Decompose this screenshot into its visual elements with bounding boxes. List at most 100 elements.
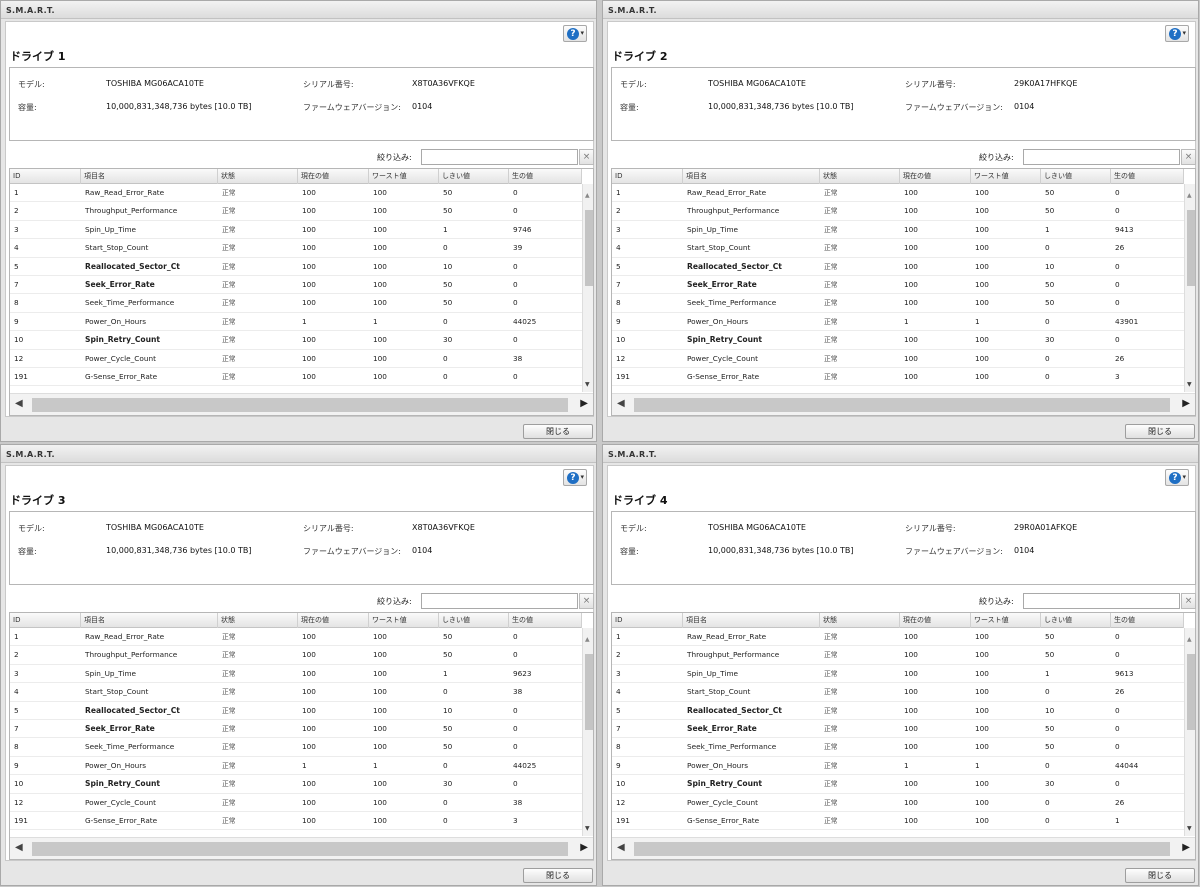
vertical-scrollbar[interactable]: ▲ ▼ (582, 184, 593, 392)
vertical-scroll-thumb[interactable] (585, 654, 593, 730)
table-row[interactable]: 2 Throughput_Performance 正常 100 100 50 0 (612, 646, 1184, 665)
close-button[interactable]: 閉じる (1125, 424, 1195, 439)
table-row[interactable]: 12 Power_Cycle_Count 正常 100 100 0 38 (10, 794, 582, 812)
column-header-worst[interactable]: ワースト値 (369, 613, 439, 628)
table-row[interactable]: 4 Start_Stop_Count 正常 100 100 0 26 (612, 683, 1184, 702)
table-row[interactable]: 3 Spin_Up_Time 正常 100 100 1 9613 (612, 665, 1184, 684)
column-header-worst[interactable]: ワースト値 (369, 169, 439, 184)
table-row[interactable]: 3 Spin_Up_Time 正常 100 100 1 9623 (10, 665, 582, 684)
scroll-up-icon[interactable]: ▲ (1187, 636, 1192, 643)
table-row[interactable]: 12 Power_Cycle_Count 正常 100 100 0 26 (612, 794, 1184, 812)
scroll-down-icon[interactable]: ▼ (585, 825, 590, 832)
column-header-worst[interactable]: ワースト値 (971, 613, 1041, 628)
table-row[interactable]: 7 Seek_Error_Rate 正常 100 100 50 0 (10, 276, 582, 295)
horizontal-scrollbar[interactable]: ◀ ▶ (612, 393, 1195, 415)
table-row[interactable]: 3 Spin_Up_Time 正常 100 100 1 9413 (612, 221, 1184, 240)
table-row[interactable]: 8 Seek_Time_Performance 正常 100 100 50 0 (612, 294, 1184, 313)
table-row[interactable]: 8 Seek_Time_Performance 正常 100 100 50 0 (612, 738, 1184, 757)
filter-clear-button[interactable]: × (1181, 593, 1196, 609)
column-header-threshold[interactable]: しきい値 (1041, 613, 1111, 628)
table-row[interactable]: 3 Spin_Up_Time 正常 100 100 1 9746 (10, 221, 582, 240)
table-row[interactable]: 5 Reallocated_Sector_Ct 正常 100 100 10 0 (10, 702, 582, 720)
column-header-status[interactable]: 状態 (218, 169, 298, 184)
filter-input[interactable] (1023, 593, 1180, 609)
scroll-left-icon[interactable]: ◀ (15, 398, 23, 409)
column-header-current[interactable]: 現在の値 (298, 169, 369, 184)
help-button[interactable]: ? ▾ (1165, 469, 1189, 486)
column-header-id[interactable]: ID (612, 613, 683, 628)
table-row[interactable]: 1 Raw_Read_Error_Rate 正常 100 100 50 0 (10, 628, 582, 647)
scroll-right-icon[interactable]: ▶ (580, 398, 588, 409)
horizontal-scroll-thumb[interactable] (32, 842, 568, 856)
column-header-threshold[interactable]: しきい値 (1041, 169, 1111, 184)
table-row[interactable]: 1 Raw_Read_Error_Rate 正常 100 100 50 0 (612, 628, 1184, 647)
close-button[interactable]: 閉じる (1125, 868, 1195, 883)
column-header-name[interactable]: 項目名 (81, 613, 218, 628)
close-button[interactable]: 閉じる (523, 868, 593, 883)
scroll-up-icon[interactable]: ▲ (1187, 192, 1192, 199)
filter-clear-button[interactable]: × (579, 149, 594, 165)
table-row[interactable]: 7 Seek_Error_Rate 正常 100 100 50 0 (612, 720, 1184, 739)
help-button[interactable]: ? ▾ (563, 469, 587, 486)
horizontal-scroll-thumb[interactable] (32, 398, 568, 412)
scroll-right-icon[interactable]: ▶ (1182, 398, 1190, 409)
column-header-threshold[interactable]: しきい値 (439, 613, 509, 628)
vertical-scroll-thumb[interactable] (1187, 210, 1195, 286)
close-button[interactable]: 閉じる (523, 424, 593, 439)
vertical-scroll-thumb[interactable] (1187, 654, 1195, 730)
column-header-id[interactable]: ID (10, 169, 81, 184)
table-row[interactable]: 7 Seek_Error_Rate 正常 100 100 50 0 (10, 720, 582, 739)
table-row[interactable]: 8 Seek_Time_Performance 正常 100 100 50 0 (10, 294, 582, 313)
table-row[interactable]: 9 Power_On_Hours 正常 1 1 0 44025 (10, 313, 582, 332)
table-row[interactable]: 191 G-Sense_Error_Rate 正常 100 100 0 0 (10, 368, 582, 387)
scroll-left-icon[interactable]: ◀ (617, 398, 625, 409)
table-row[interactable]: 7 Seek_Error_Rate 正常 100 100 50 0 (612, 276, 1184, 295)
scroll-down-icon[interactable]: ▼ (1187, 825, 1192, 832)
table-row[interactable]: 10 Spin_Retry_Count 正常 100 100 30 0 (612, 775, 1184, 794)
column-header-current[interactable]: 現在の値 (298, 613, 369, 628)
filter-input[interactable] (421, 149, 578, 165)
horizontal-scrollbar[interactable]: ◀ ▶ (10, 837, 593, 859)
scroll-down-icon[interactable]: ▼ (585, 381, 590, 388)
column-header-status[interactable]: 状態 (218, 613, 298, 628)
table-row[interactable]: 1 Raw_Read_Error_Rate 正常 100 100 50 0 (10, 184, 582, 203)
scroll-up-icon[interactable]: ▲ (585, 636, 590, 643)
table-row[interactable]: 2 Throughput_Performance 正常 100 100 50 0 (612, 202, 1184, 221)
column-header-id[interactable]: ID (612, 169, 683, 184)
table-row[interactable]: 2 Throughput_Performance 正常 100 100 50 0 (10, 646, 582, 665)
filter-input[interactable] (421, 593, 578, 609)
column-header-name[interactable]: 項目名 (683, 169, 820, 184)
horizontal-scrollbar[interactable]: ◀ ▶ (612, 837, 1195, 859)
table-row[interactable]: 4 Start_Stop_Count 正常 100 100 0 26 (612, 239, 1184, 258)
table-row[interactable]: 8 Seek_Time_Performance 正常 100 100 50 0 (10, 738, 582, 757)
table-row[interactable]: 2 Throughput_Performance 正常 100 100 50 0 (10, 202, 582, 221)
table-row[interactable]: 191 G-Sense_Error_Rate 正常 100 100 0 3 (10, 812, 582, 831)
table-row[interactable]: 9 Power_On_Hours 正常 1 1 0 43901 (612, 313, 1184, 332)
column-header-id[interactable]: ID (10, 613, 81, 628)
filter-input[interactable] (1023, 149, 1180, 165)
table-row[interactable]: 10 Spin_Retry_Count 正常 100 100 30 0 (10, 331, 582, 350)
horizontal-scroll-thumb[interactable] (634, 398, 1170, 412)
column-header-raw[interactable]: 生の値 (509, 169, 582, 184)
column-header-current[interactable]: 現在の値 (900, 613, 971, 628)
table-row[interactable]: 4 Start_Stop_Count 正常 100 100 0 38 (10, 683, 582, 702)
horizontal-scrollbar[interactable]: ◀ ▶ (10, 393, 593, 415)
table-row[interactable]: 12 Power_Cycle_Count 正常 100 100 0 38 (10, 350, 582, 368)
column-header-worst[interactable]: ワースト値 (971, 169, 1041, 184)
column-header-name[interactable]: 項目名 (81, 169, 218, 184)
help-button[interactable]: ? ▾ (1165, 25, 1189, 42)
column-header-raw[interactable]: 生の値 (1111, 169, 1184, 184)
table-row[interactable]: 9 Power_On_Hours 正常 1 1 0 44044 (612, 757, 1184, 776)
table-row[interactable]: 5 Reallocated_Sector_Ct 正常 100 100 10 0 (10, 258, 582, 276)
vertical-scroll-thumb[interactable] (585, 210, 593, 286)
column-header-raw[interactable]: 生の値 (1111, 613, 1184, 628)
table-row[interactable]: 10 Spin_Retry_Count 正常 100 100 30 0 (10, 775, 582, 794)
table-row[interactable]: 191 G-Sense_Error_Rate 正常 100 100 0 3 (612, 368, 1184, 387)
scroll-right-icon[interactable]: ▶ (1182, 842, 1190, 853)
help-button[interactable]: ? ▾ (563, 25, 587, 42)
table-row[interactable]: 5 Reallocated_Sector_Ct 正常 100 100 10 0 (612, 702, 1184, 720)
scroll-up-icon[interactable]: ▲ (585, 192, 590, 199)
column-header-name[interactable]: 項目名 (683, 613, 820, 628)
column-header-raw[interactable]: 生の値 (509, 613, 582, 628)
scroll-down-icon[interactable]: ▼ (1187, 381, 1192, 388)
